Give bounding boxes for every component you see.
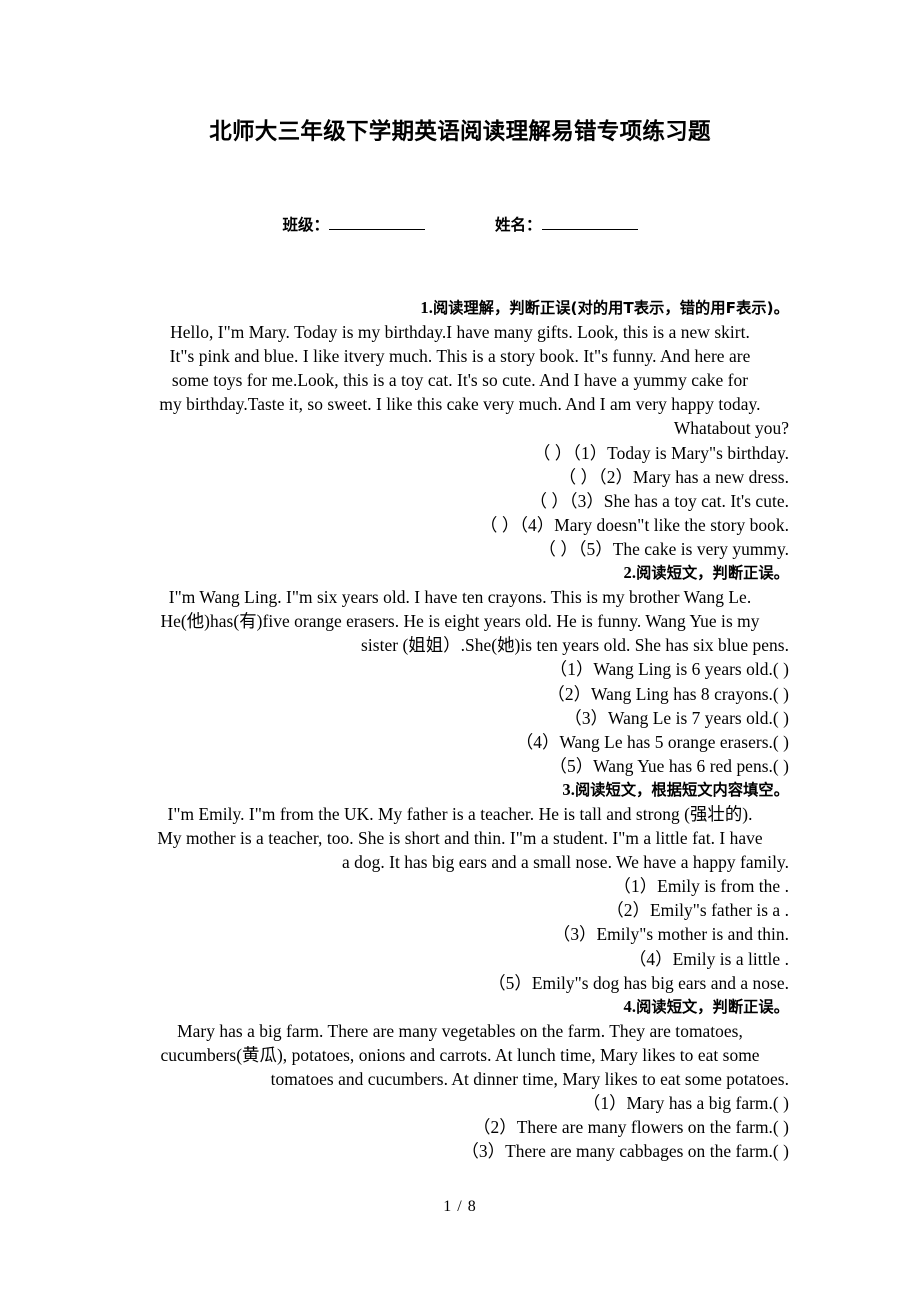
name-label: 姓名： xyxy=(495,216,542,234)
question-item[interactable]: （2）Wang Ling has 8 crayons.( ) xyxy=(131,682,789,706)
passage-line: some toys for me.Look, this is a toy cat… xyxy=(171,370,749,391)
passage-line: Hello, I"m Mary. Today is my birthday.I … xyxy=(170,322,750,343)
name-blank[interactable] xyxy=(541,215,638,230)
question-item[interactable]: （ ）（1）Today is Mary"s birthday. xyxy=(131,441,789,465)
class-blank[interactable] xyxy=(329,215,425,230)
question-item[interactable]: （2）There are many flowers on the farm.( … xyxy=(131,1115,789,1139)
passage-line: He(他)has(有)five orange erasers. He is ei… xyxy=(160,611,760,632)
section-heading-3: 3.阅读短文，根据短文内容填空。 xyxy=(131,778,789,802)
question-item[interactable]: （5）Emily"s dog has big ears and a nose. xyxy=(131,971,789,995)
passage-line: I"m Emily. I"m from the UK. My father is… xyxy=(167,803,753,824)
question-item[interactable]: （3）There are many cabbages on the farm.(… xyxy=(131,1139,789,1163)
class-label: 班级： xyxy=(282,216,329,234)
question-item[interactable]: （4）Wang Le has 5 orange erasers.( ) xyxy=(131,730,789,754)
exercise-body: 1.阅读理解，判断正误(对的用T表示，错的用F表示)。 Hello, I"m M… xyxy=(131,296,789,1163)
question-item[interactable]: （4）Emily is a little . xyxy=(131,947,789,971)
passage-line: My mother is a teacher, too. She is shor… xyxy=(157,828,763,849)
passage-line: sister (姐姐）.She(她)is ten years old. She … xyxy=(361,635,789,656)
question-item[interactable]: （ ）（5）The cake is very yummy. xyxy=(131,537,789,561)
section-heading-2: 2.阅读短文，判断正误。 xyxy=(131,561,789,585)
section-number-2: 2. xyxy=(623,563,637,583)
question-item[interactable]: （2）Emily"s father is a . xyxy=(131,898,789,922)
question-item[interactable]: （ ）（4）Mary doesn"t like the story book. xyxy=(131,513,789,537)
section-number-1: 1. xyxy=(420,298,433,317)
section-heading-4: 4.阅读短文，判断正误。 xyxy=(131,995,789,1019)
question-item[interactable]: （3）Emily"s mother is and thin. xyxy=(131,922,789,946)
document-page: 北师大三年级下学期英语阅读理解易错专项练习题 班级： 姓名： 1.阅读理解，判断正… xyxy=(0,0,920,1302)
passage-line: It"s pink and blue. I like itvery much. … xyxy=(169,346,751,367)
section-heading-text-4: 阅读短文，判断正误。 xyxy=(636,997,789,1016)
question-item[interactable]: （1）Wang Ling is 6 years old.( ) xyxy=(131,657,789,681)
section-number-3: 3. xyxy=(562,779,575,799)
question-item[interactable]: （1）Mary has a big farm.( ) xyxy=(131,1091,789,1115)
passage-line: I"m Wang Ling. I"m six years old. I have… xyxy=(168,587,752,608)
question-item[interactable]: （ ）（3）She has a toy cat. It's cute. xyxy=(131,489,789,513)
question-item[interactable]: （5）Wang Yue has 6 red pens.( ) xyxy=(131,754,789,778)
question-item[interactable]: （ ）（2）Mary has a new dress. xyxy=(131,465,789,489)
question-item[interactable]: （1）Emily is from the . xyxy=(131,874,789,898)
question-item[interactable]: （3）Wang Le is 7 years old.( ) xyxy=(131,706,789,730)
passage-line: my birthday.Taste it, so sweet. I like t… xyxy=(159,394,761,415)
section-number-4: 4. xyxy=(623,996,637,1016)
passage-line: Mary has a big farm. There are many vege… xyxy=(177,1020,743,1041)
page-footer: 1 / 8 xyxy=(443,1198,477,1215)
section-heading-text-3: 阅读短文，根据短文内容填空。 xyxy=(574,780,789,799)
page-title: 北师大三年级下学期英语阅读理解易错专项练习题 xyxy=(209,119,711,145)
section-heading-1: 1.阅读理解，判断正误(对的用T表示，错的用F表示)。 xyxy=(131,296,789,320)
passage-line: a dog. It has big ears and a small nose.… xyxy=(341,852,789,873)
passage-line: Whatabout you? xyxy=(673,418,789,439)
passage-line: tomatoes and cucumbers. At dinner time, … xyxy=(270,1069,789,1089)
identity-line: 班级： 姓名： xyxy=(0,212,920,238)
passage-line: cucumbers(黄瓜), potatoes, onions and carr… xyxy=(160,1044,760,1065)
section-heading-text-2: 阅读短文，判断正误。 xyxy=(636,564,789,583)
section-heading-text-1: 阅读理解，判断正误(对的用T表示，错的用F表示)。 xyxy=(432,299,789,317)
